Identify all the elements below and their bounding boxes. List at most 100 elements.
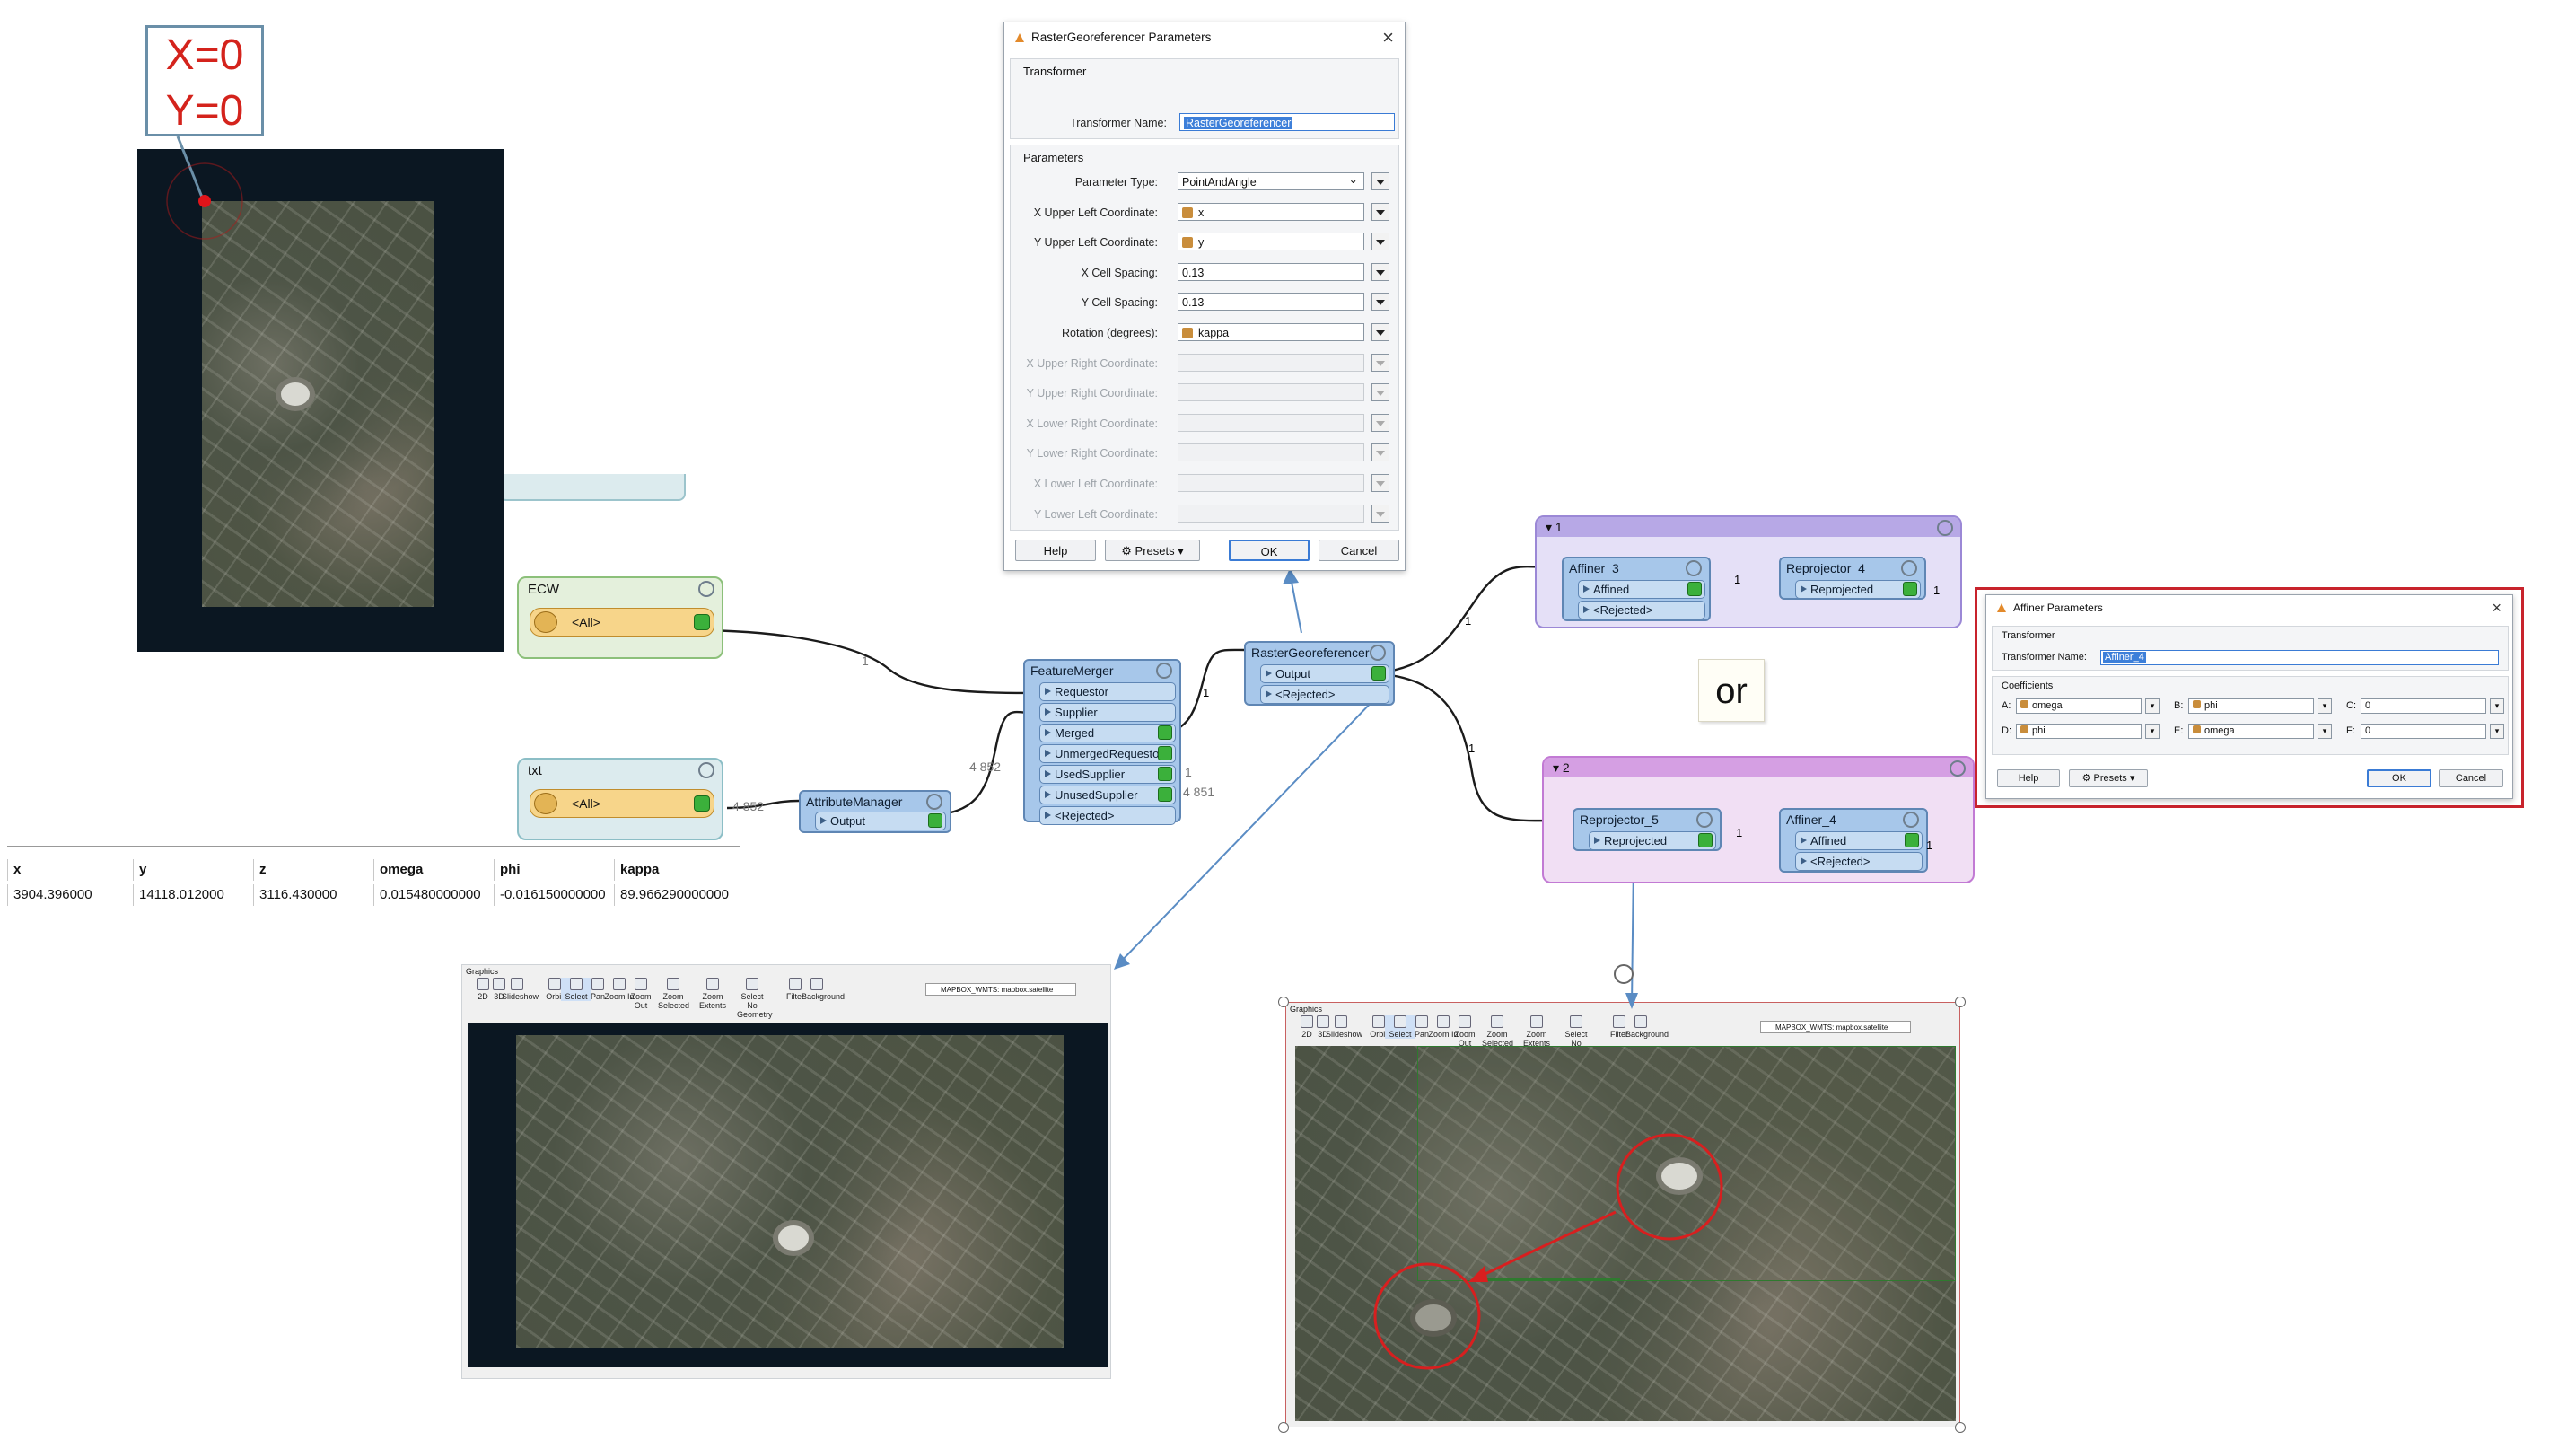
affiner-3-transformer[interactable]: Affiner_3 g Affined <Rejected> (1562, 557, 1711, 621)
tool-select-no-geometry[interactable]: Select No Geometry (737, 978, 773, 1019)
affiner-3-rejected[interactable]: <Rejected> (1578, 601, 1705, 619)
close-icon[interactable]: × (2492, 595, 2502, 620)
transformer-name-field[interactable]: Affiner_4 (2100, 650, 2499, 665)
coefficient-field[interactable]: 0 (2361, 724, 2486, 739)
parameter-field[interactable]: x (1178, 202, 1364, 221)
inspect-icon[interactable] (694, 614, 710, 630)
resize-handle[interactable] (1278, 1422, 1289, 1433)
coefficient-field[interactable]: phi (2016, 724, 2142, 739)
ecw-reader[interactable]: <All> (530, 608, 714, 637)
graphics-viewport[interactable] (1295, 1046, 1956, 1421)
tool-slideshow[interactable]: Slideshow (502, 978, 539, 1001)
coefficient-field[interactable]: omega (2188, 724, 2314, 739)
rg-rejected-port[interactable]: <Rejected> (1260, 685, 1389, 704)
tool-zoom-out[interactable]: Zoom Out (1450, 1015, 1480, 1048)
inspect-icon[interactable] (1698, 833, 1713, 847)
affiner-4-transformer[interactable]: Affiner_4 g Affined <Rejected> (1779, 808, 1928, 873)
help-button[interactable]: Help (1997, 769, 2060, 787)
gear-icon[interactable]: g (698, 762, 714, 778)
close-icon[interactable]: × (1382, 22, 1394, 53)
reprojector-5-transformer[interactable]: Reprojector_5 g Reprojected (1573, 808, 1722, 851)
ok-button[interactable]: OK (2367, 769, 2431, 787)
options-dropdown-button[interactable]: ▾ (2490, 698, 2504, 714)
gear-icon[interactable]: g (1696, 812, 1713, 828)
parameter-field[interactable]: PointAndAngle ⌄ (1178, 172, 1364, 190)
graphics-viewport[interactable] (468, 1023, 1108, 1367)
help-button[interactable]: Help (1015, 540, 1096, 561)
presets-button[interactable]: ⚙ Presets ▾ (1105, 540, 1200, 561)
tool-zoom-extents[interactable]: Zoom Extents (1521, 1015, 1552, 1048)
parameter-field[interactable]: kappa (1178, 323, 1364, 341)
cancel-button[interactable]: Cancel (1319, 540, 1399, 561)
port-requestor[interactable]: Requestor (1039, 682, 1176, 701)
cancel-button[interactable]: Cancel (2439, 769, 2503, 787)
feature-merger-transformer[interactable]: FeatureMerger g Requestor Supplier Merge… (1023, 659, 1181, 825)
inspect-icon[interactable] (694, 795, 710, 812)
parameter-field[interactable]: y (1178, 233, 1364, 251)
reprojector-5-reprojected[interactable]: Reprojected (1589, 831, 1716, 850)
txt-bookmark[interactable]: txt g <All> (517, 758, 723, 840)
bookmark-group-1[interactable]: ▾ 1 g Affiner_3 g Affined <Rejected> Rep… (1535, 515, 1962, 628)
affiner-3-affined[interactable]: Affined (1578, 580, 1705, 599)
options-dropdown-button[interactable] (1371, 172, 1389, 190)
tool-zoom-selected[interactable]: Zoom Selected (658, 978, 689, 1010)
port-unused-supplier[interactable]: UnusedSupplier (1039, 786, 1176, 804)
coefficient-field[interactable]: 0 (2361, 698, 2486, 714)
rotate-handle-icon[interactable] (1614, 964, 1634, 984)
resize-handle[interactable] (1278, 997, 1289, 1007)
affiner-4-affined[interactable]: Affined (1795, 831, 1923, 850)
inspect-icon[interactable] (928, 813, 942, 828)
gear-icon[interactable]: g (1903, 812, 1919, 828)
gear-icon[interactable]: g (1370, 645, 1386, 661)
inspect-icon[interactable] (1371, 666, 1386, 681)
options-dropdown-button[interactable]: ▾ (2318, 724, 2332, 739)
raster-georeferencer-transformer[interactable]: RasterGeoreferencer g Output <Rejected> (1244, 641, 1395, 706)
reprojector-4-transformer[interactable]: Reprojector_4 g Reprojected (1779, 557, 1926, 600)
inspect-icon[interactable] (1903, 582, 1917, 596)
inspect-icon[interactable] (1158, 787, 1172, 802)
txt-reader[interactable]: <All> (530, 789, 714, 818)
inspect-icon[interactable] (1158, 746, 1172, 760)
affiner-4-rejected[interactable]: <Rejected> (1795, 852, 1923, 871)
options-dropdown-button[interactable]: ▾ (2145, 698, 2160, 714)
transformer-name-field[interactable]: RasterGeoreferencer (1179, 113, 1395, 131)
options-dropdown-button[interactable]: ▾ (2490, 724, 2504, 739)
tool-zoom-out[interactable]: Zoom Out (626, 978, 656, 1010)
inspect-icon[interactable] (1905, 833, 1919, 847)
options-dropdown-button[interactable] (1371, 293, 1389, 312)
gear-icon[interactable]: g (1156, 663, 1172, 679)
port-rejected[interactable]: <Rejected> (1039, 806, 1176, 825)
gear-icon[interactable]: g (1901, 560, 1917, 576)
port-supplier[interactable]: Supplier (1039, 703, 1176, 722)
tool-zoom-extents[interactable]: Zoom Extents (697, 978, 728, 1010)
coefficient-field[interactable]: phi (2188, 698, 2314, 714)
port-merged[interactable]: Merged (1039, 724, 1176, 742)
options-dropdown-button[interactable]: ▾ (2318, 698, 2332, 714)
coefficient-field[interactable]: omega (2016, 698, 2142, 714)
port-used-supplier[interactable]: UsedSupplier (1039, 765, 1176, 784)
resize-handle[interactable] (1955, 1422, 1966, 1433)
tool-slideshow[interactable]: Slideshow (1326, 1015, 1362, 1039)
inspect-icon[interactable] (1158, 767, 1172, 781)
options-dropdown-button[interactable] (1371, 323, 1389, 341)
options-dropdown-button[interactable] (1371, 262, 1389, 281)
tool-background[interactable]: Background (802, 978, 845, 1001)
reprojector-4-reprojected[interactable]: Reprojected (1795, 580, 1921, 599)
options-dropdown-button[interactable] (1371, 202, 1389, 221)
parameter-field[interactable]: 0.13 (1178, 262, 1364, 281)
presets-button[interactable]: ⚙ Presets ▾ (2069, 769, 2148, 787)
gear-icon[interactable]: g (698, 581, 714, 597)
background-select[interactable]: MAPBOX_WMTS: mapbox.satellite (1760, 1021, 1911, 1033)
rg-output-port[interactable]: Output (1260, 664, 1389, 683)
options-dropdown-button[interactable]: ▾ (2145, 724, 2160, 739)
resize-handle[interactable] (1955, 997, 1966, 1007)
ecw-bookmark[interactable]: ECW g <All> (517, 576, 723, 659)
attribute-manager-output[interactable]: Output (815, 812, 946, 830)
tool-background[interactable]: Background (1625, 1015, 1669, 1039)
port-unmerged-requestor[interactable]: UnmergedRequestor (1039, 744, 1176, 763)
gear-icon[interactable]: g (926, 794, 942, 810)
inspect-icon[interactable] (1687, 582, 1702, 596)
background-select[interactable]: MAPBOX_WMTS: mapbox.satellite (925, 983, 1076, 996)
table-row[interactable]: 3904.396000 14118.012000 3116.430000 0.0154… (7, 884, 740, 906)
ok-button[interactable]: OK (1229, 540, 1310, 561)
